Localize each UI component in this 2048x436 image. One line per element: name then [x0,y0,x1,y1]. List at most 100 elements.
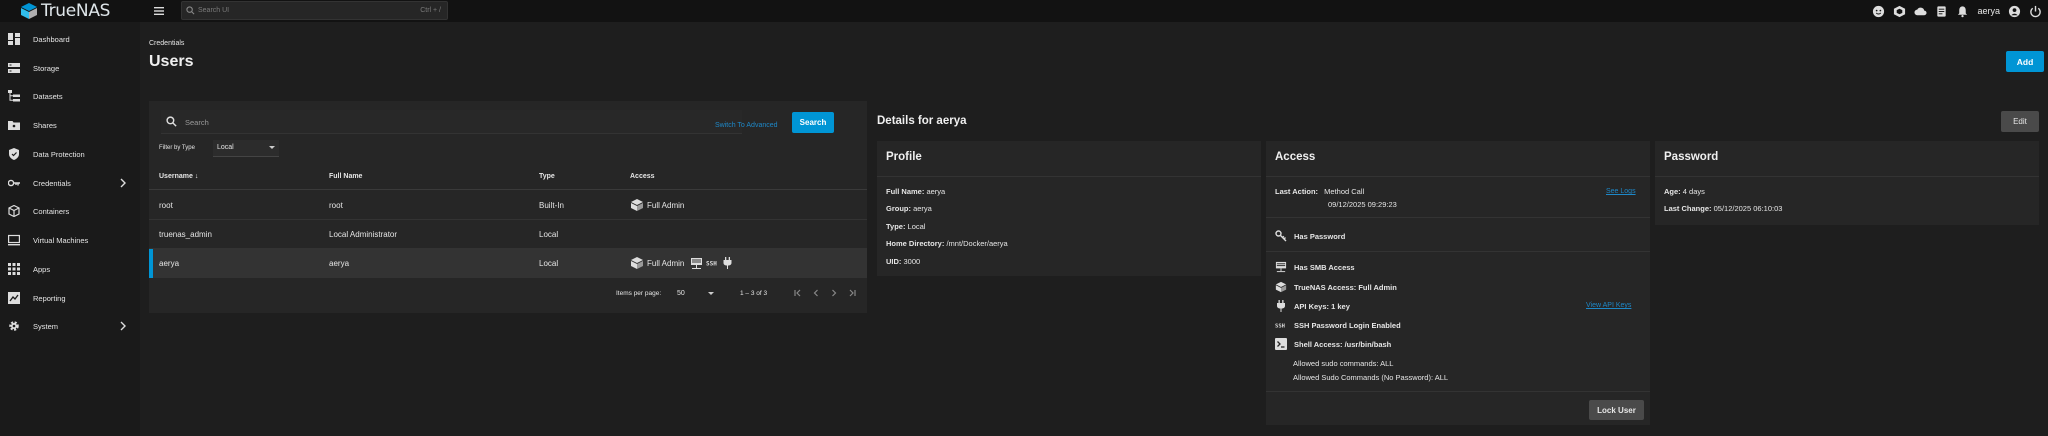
api-keys-row: API Keys: 1 key [1275,299,1350,313]
items-per-page-label: Items per page: [616,290,662,297]
truenas-admin-icon [631,257,643,269]
topbar-actions: aerya [1872,3,2042,19]
gear-icon [9,321,19,331]
page-range-label: 1 – 3 of 3 [740,290,768,297]
users-search-field[interactable] [161,110,742,134]
api-key-plug-icon [723,257,732,269]
apps-grid-icon [8,263,20,275]
last-page-icon[interactable] [846,287,858,299]
cloud-icon[interactable] [1914,5,1928,18]
table-header: Username ↓ Full Name Type Access [149,164,867,190]
lock-user-button[interactable]: Lock User [1589,400,1644,420]
divider [1266,251,1650,252]
sidebar-item-shares[interactable]: Shares [0,114,140,136]
sidebar-item-containers[interactable]: Containers [0,200,140,222]
menu-toggle-icon[interactable] [152,4,166,18]
column-header-full-name[interactable]: Full Name [329,173,362,180]
users-search-input[interactable] [185,114,565,130]
ix-feedback-icon[interactable] [1872,5,1885,18]
sidebar-item-virtual-machines[interactable]: Virtual Machines [0,229,140,251]
ssh-icon: SSH [1275,323,1285,329]
sort-arrow-icon: ↓ [194,173,199,180]
last-action-time: 09/12/2025 09:29:23 [1328,200,1397,209]
chart-icon [8,292,20,304]
sidebar-item-label: Virtual Machines [33,235,89,245]
sidebar-item-label: Shares [33,120,57,130]
global-search-placeholder: Search UI [198,7,230,14]
profile-type: Type: Local [886,222,926,231]
clipboard-icon[interactable] [1935,5,1948,18]
column-header-type[interactable]: Type [539,173,555,180]
power-icon[interactable] [2029,5,2042,18]
previous-page-icon[interactable] [810,287,822,299]
username-label[interactable]: aerya [1977,6,2000,16]
sidebar-item-label: Storage [33,63,60,73]
top-bar: TrueNAS Search UI Ctrl + / aerya [0,0,2048,22]
profile-home-directory: Home Directory: /mnt/Docker/aerya [886,239,1008,248]
datasets-icon [8,90,20,102]
monitor-icon [8,234,20,246]
terminal-icon [1275,338,1287,350]
container-icon [8,205,20,217]
cell-username: root [159,201,173,210]
password-last-change: Last Change: 05/12/2025 06:10:03 [1664,204,1783,213]
global-search-input[interactable]: Search UI Ctrl + / [181,1,448,20]
sidebar-item-credentials[interactable]: Credentials [0,172,140,194]
profile-card: Profile Full Name: aerya Group: aerya Ty… [877,141,1261,276]
access-card: Access Last Action: Method Call 09/12/20… [1266,141,1650,425]
dropdown-arrow-icon[interactable] [708,292,714,295]
sidebar-item-label: Data Protection [33,149,85,159]
users-table-card: Switch To Advanced Search Filter by Type… [149,101,867,313]
view-api-keys-link[interactable]: View API Keys [1586,302,1631,309]
last-action-label: Last Action: Method Call [1275,187,1365,196]
has-smb-row: Has SMB Access [1275,260,1355,274]
selection-indicator [149,249,153,278]
shares-icon [8,121,20,130]
table-row[interactable]: truenas_admin Local Administrator Local [149,220,867,249]
column-header-username[interactable]: Username ↓ [159,173,198,180]
sidebar-item-dashboard[interactable]: Dashboard [0,28,140,50]
svg-text:SSH: SSH [1275,323,1285,329]
sidebar-item-label: Reporting [33,293,66,303]
sidebar-item-storage[interactable]: Storage [0,57,140,79]
truenas-logo[interactable]: TrueNAS [20,1,110,21]
storage-icon [8,63,20,73]
api-key-plug-icon [1277,300,1285,312]
search-button[interactable]: Search [792,112,834,133]
smb-share-icon [1275,261,1287,273]
cell-username: truenas_admin [159,230,212,239]
search-icon [166,116,177,127]
items-per-page-select[interactable]: 50 [677,290,685,297]
has-password-row: Has Password [1275,229,1345,243]
shell-access-row: Shell Access: /usr/bin/bash [1275,337,1391,351]
sidebar-item-data-protection[interactable]: Data Protection [0,143,140,165]
divider [1266,176,1650,177]
divider [1655,176,2039,177]
profile-full-name: Full Name: aerya [886,187,946,196]
truecommand-icon[interactable] [1893,5,1906,18]
cell-access: Full Admin [630,197,687,213]
profile-group: Group: aerya [886,204,932,213]
add-user-button[interactable]: Add [2006,51,2044,72]
switch-to-advanced-link[interactable]: Switch To Advanced [715,122,778,129]
sidebar-item-reporting[interactable]: Reporting [0,287,140,309]
dropdown-arrow-icon [269,146,275,149]
table-row[interactable]: root root Built-In Full Admin [149,191,867,220]
see-logs-link[interactable]: See Logs [1606,188,1636,195]
divider [1266,217,1650,218]
page-title: Users [149,53,194,70]
table-row-selected[interactable]: aerya aerya Local Full Admin SSH [149,249,867,278]
sidebar-item-apps[interactable]: Apps [0,258,140,280]
edit-user-button[interactable]: Edit [2001,111,2039,132]
account-icon[interactable] [2008,5,2021,18]
bell-icon[interactable] [1956,5,1969,18]
sidebar-item-datasets[interactable]: Datasets [0,85,140,107]
first-page-icon[interactable] [792,287,804,299]
filter-type-select[interactable]: Local [213,140,279,157]
access-card-title: Access [1275,151,1316,163]
next-page-icon[interactable] [828,287,840,299]
truenas-admin-icon [1275,281,1287,293]
sidebar-item-system[interactable]: System [0,315,140,337]
breadcrumb[interactable]: Credentials [149,40,184,47]
key-icon [8,179,20,187]
